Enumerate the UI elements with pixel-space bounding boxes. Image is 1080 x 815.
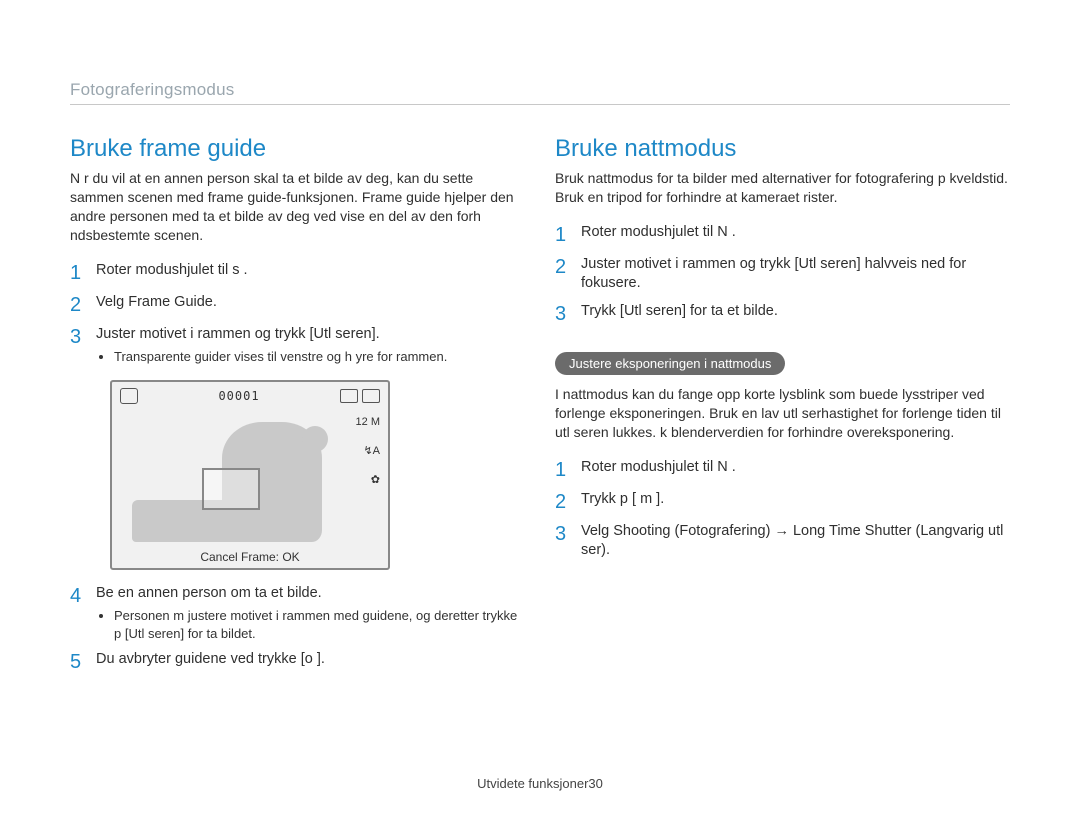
step-number: 1 bbox=[555, 223, 581, 247]
lcd-silhouette bbox=[112, 408, 388, 542]
step-text: Roter modushjulet til s . bbox=[96, 261, 248, 285]
mode-icon bbox=[120, 388, 138, 404]
step-number: 2 bbox=[555, 255, 581, 294]
step-row: 2 Trykk p [ m ]. bbox=[555, 490, 1010, 514]
step-number: 1 bbox=[70, 261, 96, 285]
step-number: 2 bbox=[70, 293, 96, 317]
right-column: Bruke nattmodus Bruk nattmodus for ta bi… bbox=[555, 135, 1010, 682]
step-text: Trykk [Utl seren] for ta et bilde. bbox=[581, 302, 778, 326]
step-row: 2 Velg Frame Guide. bbox=[70, 293, 525, 317]
step-row: 2 Juster motivet i rammen og trykk [Utl … bbox=[555, 255, 1010, 294]
step-number: 5 bbox=[70, 650, 96, 674]
step-number: 2 bbox=[555, 490, 581, 514]
step-row: 1 Roter modushjulet til s . bbox=[70, 261, 525, 285]
step-number: 3 bbox=[555, 522, 581, 561]
step-row: 3 Trykk [Utl seren] for ta et bilde. bbox=[555, 302, 1010, 326]
two-column-layout: Bruke frame guide N r du vil at en annen… bbox=[70, 135, 1010, 682]
footer-page-number: 30 bbox=[588, 776, 602, 791]
step-number: 4 bbox=[70, 584, 96, 643]
sd-card-icon bbox=[340, 389, 358, 403]
lead-text: N r du vil at en annen person skal ta et… bbox=[70, 169, 525, 245]
step-row: 3 Velg Shooting (Fotografering) → Long T… bbox=[555, 522, 1010, 561]
step-row: 1 Roter modushjulet til N . bbox=[555, 223, 1010, 247]
focus-rectangle bbox=[202, 468, 260, 510]
subsection-pill: Justere eksponeringen i nattmodus bbox=[555, 352, 785, 375]
lcd-frame-counter: 00001 bbox=[218, 389, 259, 403]
section-title-frame-guide: Bruke frame guide bbox=[70, 135, 525, 163]
lcd-topright-icons bbox=[340, 389, 380, 403]
camera-lcd-illustration: 00001 12 M ↯A ✿ Cancel Fr bbox=[110, 380, 390, 570]
breadcrumb: Fotograferingsmodus bbox=[70, 80, 1010, 104]
step-number: 3 bbox=[70, 325, 96, 366]
sub-bullet: Personen m justere motivet i rammen med … bbox=[114, 607, 525, 642]
lcd-topbar: 00001 bbox=[112, 382, 388, 404]
footer-label: Utvidete funksjoner bbox=[477, 776, 588, 791]
section-title-night-mode: Bruke nattmodus bbox=[555, 135, 1010, 163]
step-text: Du avbryter guidene ved trykke [o ]. bbox=[96, 650, 325, 674]
sub-bullet: Transparente guider vises til venstre og… bbox=[114, 348, 447, 366]
step-text: Velg Shooting (Fotografering) → Long Tim… bbox=[581, 522, 1010, 561]
left-column: Bruke frame guide N r du vil at en annen… bbox=[70, 135, 525, 682]
step-main-text: Juster motivet i rammen og trykk [Utl se… bbox=[96, 326, 380, 342]
step-text: Trykk p [ m ]. bbox=[581, 490, 664, 514]
step-text: Juster motivet i rammen og trykk [Utl se… bbox=[96, 325, 447, 366]
battery-icon bbox=[362, 389, 380, 403]
exposure-lead-text: I nattmodus kan du fange opp korte lysbl… bbox=[555, 385, 1010, 442]
sub-bullet-list: Transparente guider vises til venstre og… bbox=[96, 348, 447, 366]
step-main-text: Be en annen person om ta et bilde. bbox=[96, 585, 322, 601]
step-number: 1 bbox=[555, 458, 581, 482]
step-text: Juster motivet i rammen og trykk [Utl se… bbox=[581, 255, 1010, 294]
sub-bullet-list: Personen m justere motivet i rammen med … bbox=[96, 607, 525, 642]
lcd-bottom-text: Cancel Frame: OK bbox=[112, 550, 388, 564]
horizontal-rule bbox=[70, 104, 1010, 105]
page-footer: Utvidete funksjoner30 bbox=[0, 776, 1080, 791]
step-text: Roter modushjulet til N . bbox=[581, 223, 736, 247]
step-text: Be en annen person om ta et bilde. Perso… bbox=[96, 584, 525, 643]
step-row: 5 Du avbryter guidene ved trykke [o ]. bbox=[70, 650, 525, 674]
step-text: Velg Frame Guide. bbox=[96, 293, 217, 317]
step-row: 3 Juster motivet i rammen og trykk [Utl … bbox=[70, 325, 525, 366]
step-text: Roter modushjulet til N . bbox=[581, 458, 736, 482]
lead-text: Bruk nattmodus for ta bilder med alterna… bbox=[555, 169, 1010, 207]
step-row: 1 Roter modushjulet til N . bbox=[555, 458, 1010, 482]
manual-page: Fotograferingsmodus Bruke frame guide N … bbox=[0, 0, 1080, 815]
person-arm-silhouette bbox=[302, 426, 328, 452]
step-number: 3 bbox=[555, 302, 581, 326]
step-row: 4 Be en annen person om ta et bilde. Per… bbox=[70, 584, 525, 643]
